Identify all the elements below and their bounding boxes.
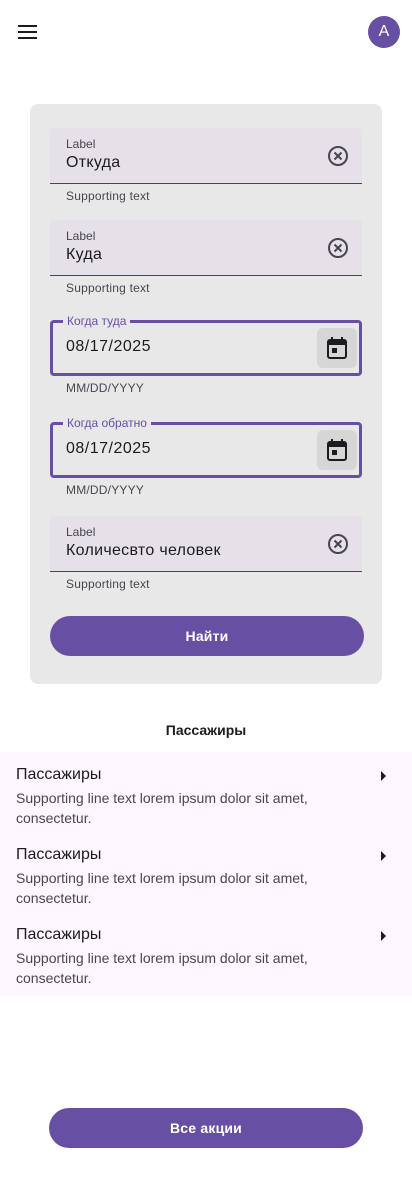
menu-button[interactable] [12,16,44,48]
clear-icon[interactable] [326,144,350,168]
calendar-icon [327,337,347,359]
search-button[interactable]: Найти [50,616,364,656]
avatar[interactable]: A [368,16,400,48]
return-date-field[interactable]: Когда обратно 08/17/2025 [50,415,362,478]
depart-supporting-text: MM/DD/YYYY [66,381,145,395]
people-count-label: Label [66,525,96,539]
depart-calendar-button[interactable] [317,328,357,368]
people-count-field[interactable]: Label Количесвто человек [50,516,362,572]
depart-date-field[interactable]: Когда туда 08/17/2025 [50,313,362,376]
arrow-right-icon [381,851,386,861]
list-item-subtitle: Supporting line text lorem ipsum dolor s… [16,870,308,906]
arrow-right-icon [381,931,386,941]
return-calendar-button[interactable] [317,430,357,470]
clear-icon[interactable] [326,532,350,556]
search-form-card: Label Откуда Supporting text Label Куда … [30,104,382,684]
list-item-subtitle: Supporting line text lorem ipsum dolor s… [16,950,308,986]
list-item-title: Пассажиры [16,926,102,943]
to-field[interactable]: Label Куда [50,220,362,276]
return-date-label: Когда обратно [63,415,151,431]
depart-date-value[interactable]: 08/17/2025 [66,338,151,356]
calendar-icon [327,439,347,461]
from-field-value[interactable]: Откуда [66,154,120,172]
list-item-title: Пассажиры [16,846,102,863]
list-item[interactable]: Пассажиры Supporting line text lorem ips… [0,912,412,992]
list-item[interactable]: Пассажиры Supporting line text lorem ips… [0,832,412,912]
all-promos-button[interactable]: Все акции [49,1108,363,1148]
depart-date-label: Когда туда [63,313,131,329]
passengers-list: Пассажиры Supporting line text lorem ips… [0,752,412,996]
list-item[interactable]: Пассажиры Supporting line text lorem ips… [0,752,412,832]
people-supporting-text: Supporting text [66,577,150,591]
clear-icon[interactable] [326,236,350,260]
list-item-title: Пассажиры [16,766,102,783]
return-supporting-text: MM/DD/YYYY [66,483,145,497]
return-date-value[interactable]: 08/17/2025 [66,440,151,458]
passengers-section-title: Пассажиры [165,722,247,738]
arrow-right-icon [381,771,386,781]
list-item-subtitle: Supporting line text lorem ipsum dolor s… [16,790,308,826]
to-field-label: Label [66,229,96,243]
from-supporting-text: Supporting text [66,189,150,203]
menu-icon [18,25,37,39]
to-field-value[interactable]: Куда [66,246,102,264]
from-field[interactable]: Label Откуда [50,128,362,184]
to-supporting-text: Supporting text [66,281,150,295]
people-count-value[interactable]: Количесвто человек [66,542,221,560]
from-field-label: Label [66,137,96,151]
